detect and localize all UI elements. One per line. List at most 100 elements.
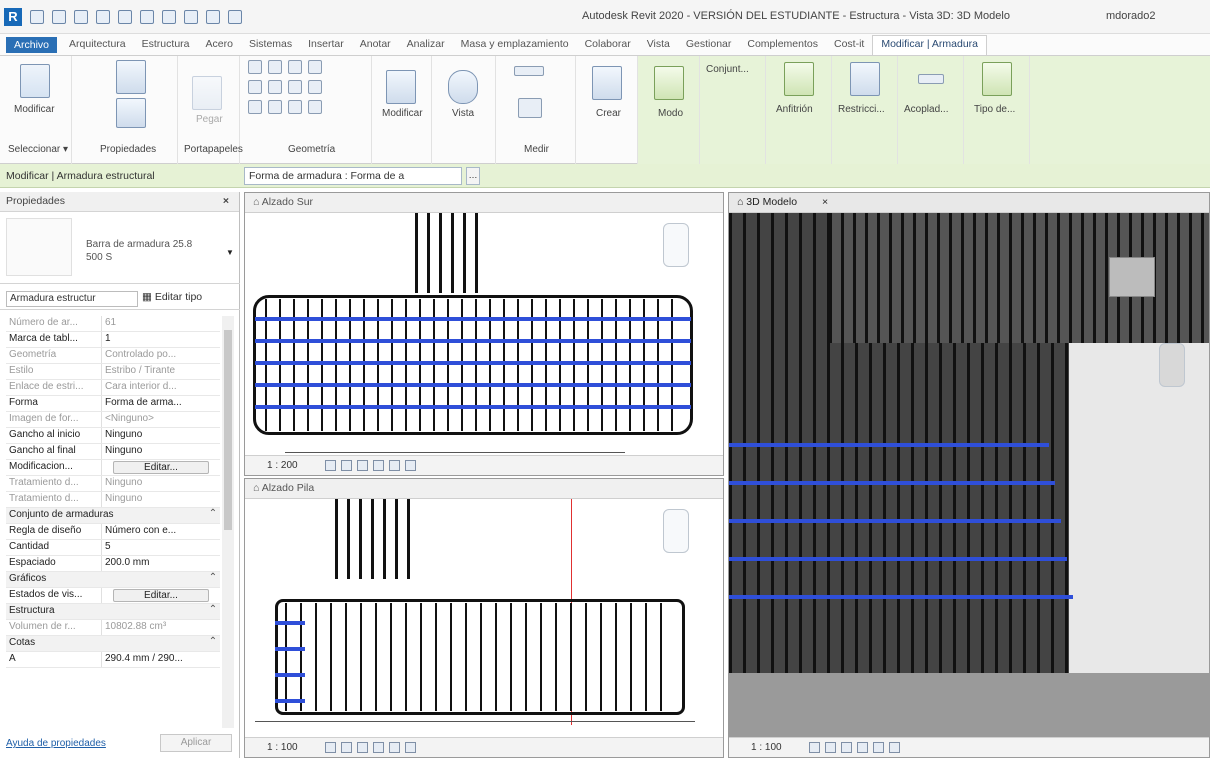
hide-icon-2[interactable]	[405, 742, 416, 753]
shadows-icon[interactable]	[373, 460, 384, 471]
constraints-button[interactable]: Restricci...	[838, 104, 885, 115]
tab-alzado-pila[interactable]: ⌂ Alzado Pila	[245, 479, 723, 499]
constraints-icon[interactable]	[850, 62, 880, 96]
property-value[interactable]: 200.0 mm	[102, 556, 220, 571]
mode-button[interactable]: Modo	[658, 108, 683, 119]
crop-icon[interactable]	[389, 460, 400, 471]
view-button[interactable]: Vista	[452, 108, 474, 119]
edit-button[interactable]: Editar...	[113, 589, 209, 602]
sun-path-icon-2[interactable]	[357, 742, 368, 753]
shadows-icon-3[interactable]	[857, 742, 868, 753]
collapse-icon[interactable]: ⌃	[206, 508, 220, 523]
property-row[interactable]: A 290.4 mm / 290...	[6, 652, 220, 668]
demolish-icon[interactable]	[288, 100, 302, 114]
type-properties-icon[interactable]	[116, 60, 146, 94]
coupler-icon[interactable]	[918, 74, 944, 84]
chart-icon[interactable]	[982, 62, 1012, 96]
property-value[interactable]: Ninguno	[102, 444, 220, 459]
undo-icon[interactable]	[74, 10, 88, 24]
split-icon[interactable]	[268, 80, 282, 94]
property-row[interactable]: Gancho al final Ninguno	[6, 444, 220, 460]
cursor-icon[interactable]	[20, 64, 50, 98]
view-3d-modelo[interactable]: ⌂ 3D Modelo × 1 : 100	[728, 192, 1210, 758]
property-value[interactable]: Número con e...	[102, 524, 220, 539]
shadows-icon-2[interactable]	[373, 742, 384, 753]
collapse-icon[interactable]: ⌃	[206, 572, 220, 587]
align-icon[interactable]	[288, 80, 302, 94]
property-row[interactable]: Espaciado 200.0 mm	[6, 556, 220, 572]
properties-help-link[interactable]: Ayuda de propiedades	[6, 738, 106, 749]
edit-button[interactable]: Editar...	[113, 461, 209, 474]
tab-alzado-sur[interactable]: ⌂ Alzado Sur	[245, 193, 723, 213]
scroll-thumb[interactable]	[224, 330, 232, 530]
property-value[interactable]: 5	[102, 540, 220, 555]
dimension-icon[interactable]	[514, 66, 544, 76]
property-value[interactable]: Editar...	[102, 588, 220, 603]
property-value[interactable]: 290.4 mm / 290...	[102, 652, 220, 667]
tab-gestionar[interactable]: Gestionar	[678, 36, 740, 55]
property-row[interactable]: Regla de diseño Número con e...	[6, 524, 220, 540]
property-value[interactable]: Estribo / Tirante	[102, 364, 220, 379]
modify-tools-icon[interactable]	[386, 70, 416, 104]
properties-scrollbar[interactable]	[222, 316, 234, 728]
edit-type-button[interactable]: ▦ Editar tipo	[142, 291, 202, 303]
wall-join-icon[interactable]	[308, 60, 322, 74]
property-group[interactable]: Estructura ⌃	[6, 604, 220, 620]
detail-level-icon[interactable]	[325, 460, 336, 471]
hide-icon-3[interactable]	[889, 742, 900, 753]
property-row[interactable]: Gancho al inicio Ninguno	[6, 428, 220, 444]
tab-estructura[interactable]: Estructura	[134, 36, 198, 55]
property-value[interactable]: <Ninguno>	[102, 412, 220, 427]
visual-style-icon-3[interactable]	[825, 742, 836, 753]
property-row[interactable]: Modificacion... Editar...	[6, 460, 220, 476]
property-row[interactable]: Marca de tabl... 1	[6, 332, 220, 348]
property-row[interactable]: Forma Forma de arma...	[6, 396, 220, 412]
visual-style-icon[interactable]	[341, 460, 352, 471]
paint-icon[interactable]	[268, 100, 282, 114]
measure-tool-icon[interactable]	[518, 98, 542, 118]
select-panel-label[interactable]: Seleccionar ▾	[8, 144, 68, 155]
close-icon[interactable]: ×	[223, 195, 229, 207]
view-scale-3[interactable]: 1 : 100	[751, 742, 782, 753]
paste-button[interactable]: Pegar	[196, 114, 223, 125]
elevation-drawing-2[interactable]	[245, 499, 723, 739]
tab-arquitectura[interactable]: Arquitectura	[61, 36, 134, 55]
crop-icon-3[interactable]	[873, 742, 884, 753]
navigation-bar-2[interactable]	[663, 509, 689, 553]
properties-icon[interactable]	[116, 98, 146, 128]
measure-icon[interactable]	[140, 10, 154, 24]
property-row[interactable]: Cantidad 5	[6, 540, 220, 556]
host-button[interactable]: Anfitrión	[776, 104, 813, 115]
switch-windows-icon[interactable]	[228, 10, 242, 24]
type-selector[interactable]: Barra de armadura 25.8 500 S ▼	[0, 212, 240, 284]
redo-icon[interactable]	[96, 10, 110, 24]
property-row[interactable]: Tratamiento d... Ninguno	[6, 492, 220, 508]
property-group[interactable]: Gráficos ⌃	[6, 572, 220, 588]
property-value[interactable]: 10802.88 cm³	[102, 620, 220, 635]
tab-cost-it[interactable]: Cost-it	[826, 36, 872, 55]
property-row[interactable]: Tratamiento d... Ninguno	[6, 476, 220, 492]
detail-level-icon-3[interactable]	[809, 742, 820, 753]
property-row[interactable]: Geometría Controlado po...	[6, 348, 220, 364]
create-group-icon[interactable]	[592, 66, 622, 100]
type-button[interactable]: Tipo de...	[974, 104, 1015, 115]
save-icon[interactable]	[52, 10, 66, 24]
rebar-shape-select[interactable]: Forma de armadura : Forma de a	[244, 167, 462, 185]
property-value[interactable]: 1	[102, 332, 220, 347]
user-name[interactable]: mdorado2	[1106, 10, 1156, 22]
chevron-down-icon[interactable]: ▼	[226, 248, 234, 257]
join-icon[interactable]	[288, 60, 302, 74]
copy-icon[interactable]	[248, 80, 262, 94]
open-icon[interactable]	[30, 10, 44, 24]
modify-tools-button[interactable]: Modificar	[382, 108, 423, 119]
category-filter-select[interactable]: Armadura estructur	[6, 291, 138, 307]
browse-shape-button[interactable]: …	[466, 167, 480, 185]
close-icon[interactable]: ×	[822, 196, 828, 208]
property-value[interactable]: Cara interior d...	[102, 380, 220, 395]
tab-sistemas[interactable]: Sistemas	[241, 36, 300, 55]
property-value[interactable]: Controlado po...	[102, 348, 220, 363]
tab-archivo[interactable]: Archivo	[6, 37, 58, 53]
sun-path-icon[interactable]	[357, 460, 368, 471]
tab-colaborar[interactable]: Colaborar	[577, 36, 639, 55]
tab-insertar[interactable]: Insertar	[300, 36, 352, 55]
